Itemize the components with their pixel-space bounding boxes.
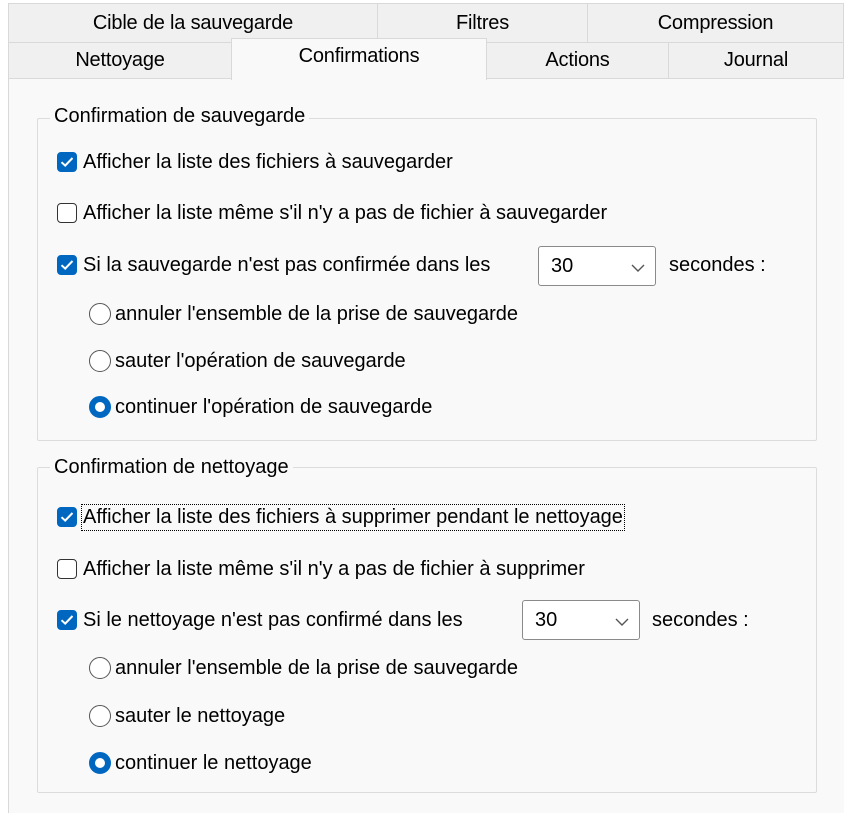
radio-label: sauter l'opération de sauvegarde	[115, 349, 406, 372]
tab-label: Journal	[723, 49, 789, 71]
radio-unselected-icon	[89, 657, 111, 679]
checkbox-checked-icon	[57, 152, 77, 172]
tab-confirmations[interactable]: Confirmations	[231, 38, 487, 80]
tab-cible-de-la-sauvegarde[interactable]: Cible de la sauvegarde	[8, 3, 378, 43]
checkbox-checked-icon	[57, 507, 77, 527]
tab-actions[interactable]: Actions	[486, 42, 669, 79]
radio-selected-icon	[89, 752, 111, 774]
chevron-down-icon	[615, 609, 629, 632]
tab-compression[interactable]: Compression	[587, 3, 844, 43]
tab-label: Actions	[545, 49, 610, 71]
tab-label: Confirmations	[298, 45, 420, 67]
checkbox-label: Afficher la liste même s'il n'y a pas de…	[83, 201, 608, 224]
cleanup-option-continue-radio[interactable]: continuer le nettoyage	[89, 748, 312, 778]
backup-show-list-checkbox[interactable]: Afficher la liste des fichiers à sauvega…	[57, 147, 453, 177]
cleanup-show-if-empty-checkbox[interactable]: Afficher la liste même s'il n'y a pas de…	[57, 554, 585, 584]
checkbox-unchecked-icon	[57, 559, 77, 579]
backup-group-title: Confirmation de sauvegarde	[50, 104, 310, 128]
tab-label: Compression	[657, 11, 774, 34]
cleanup-timeout-suffix: secondes :	[652, 609, 749, 631]
checkbox-label: Si le nettoyage n'est pas confirmé dans …	[83, 608, 463, 631]
tab-label: Filtres	[455, 11, 510, 34]
checkbox-label: Afficher la liste même s'il n'y a pas de…	[83, 557, 585, 580]
radio-label: annuler l'ensemble de la prise de sauveg…	[115, 302, 518, 325]
cleanup-timeout-select[interactable]: 30	[522, 600, 640, 640]
checkbox-label: Afficher la liste des fichiers à supprim…	[81, 503, 625, 531]
select-value: 30	[535, 608, 558, 631]
radio-unselected-icon	[89, 705, 111, 727]
radio-unselected-icon	[89, 350, 111, 372]
chevron-down-icon	[631, 255, 645, 278]
backup-option-continue-radio[interactable]: continuer l'opération de sauvegarde	[89, 392, 432, 422]
radio-label: continuer le nettoyage	[115, 751, 312, 774]
backup-show-if-empty-checkbox[interactable]: Afficher la liste même s'il n'y a pas de…	[57, 198, 607, 228]
radio-label: annuler l'ensemble de la prise de sauveg…	[115, 656, 518, 679]
radio-label: sauter le nettoyage	[115, 704, 286, 727]
tab-panel-confirmations: Confirmation de sauvegarde Afficher la l…	[8, 78, 844, 813]
backup-option-skip-radio[interactable]: sauter l'opération de sauvegarde	[89, 346, 406, 376]
tab-label: Cible de la sauvegarde	[92, 11, 294, 34]
cleanup-show-list-checkbox[interactable]: Afficher la liste des fichiers à supprim…	[57, 502, 625, 532]
radio-selected-icon	[89, 396, 111, 418]
checkbox-checked-icon	[57, 255, 77, 275]
select-value: 30	[551, 254, 574, 277]
tab-filtres[interactable]: Filtres	[377, 3, 588, 43]
tab-nettoyage[interactable]: Nettoyage	[8, 42, 232, 79]
backup-option-cancel-radio[interactable]: annuler l'ensemble de la prise de sauveg…	[89, 299, 518, 329]
backup-timeout-checkbox[interactable]: Si la sauvegarde n'est pas confirmée dan…	[57, 250, 490, 280]
cleanup-group-title: Confirmation de nettoyage	[50, 455, 293, 479]
tab-journal[interactable]: Journal	[668, 42, 844, 79]
cleanup-timeout-checkbox[interactable]: Si le nettoyage n'est pas confirmé dans …	[57, 605, 463, 635]
tab-label: Nettoyage	[75, 49, 165, 71]
backup-timeout-suffix: secondes :	[669, 254, 766, 276]
checkbox-unchecked-icon	[57, 203, 77, 223]
radio-label: continuer l'opération de sauvegarde	[115, 395, 433, 418]
checkbox-label: Afficher la liste des fichiers à sauvega…	[83, 150, 453, 173]
cleanup-option-cancel-radio[interactable]: annuler l'ensemble de la prise de sauveg…	[89, 653, 518, 683]
checkbox-label: Si la sauvegarde n'est pas confirmée dan…	[83, 253, 491, 276]
checkbox-checked-icon	[57, 610, 77, 630]
backup-timeout-select[interactable]: 30	[538, 246, 656, 286]
cleanup-option-skip-radio[interactable]: sauter le nettoyage	[89, 701, 285, 731]
radio-unselected-icon	[89, 303, 111, 325]
